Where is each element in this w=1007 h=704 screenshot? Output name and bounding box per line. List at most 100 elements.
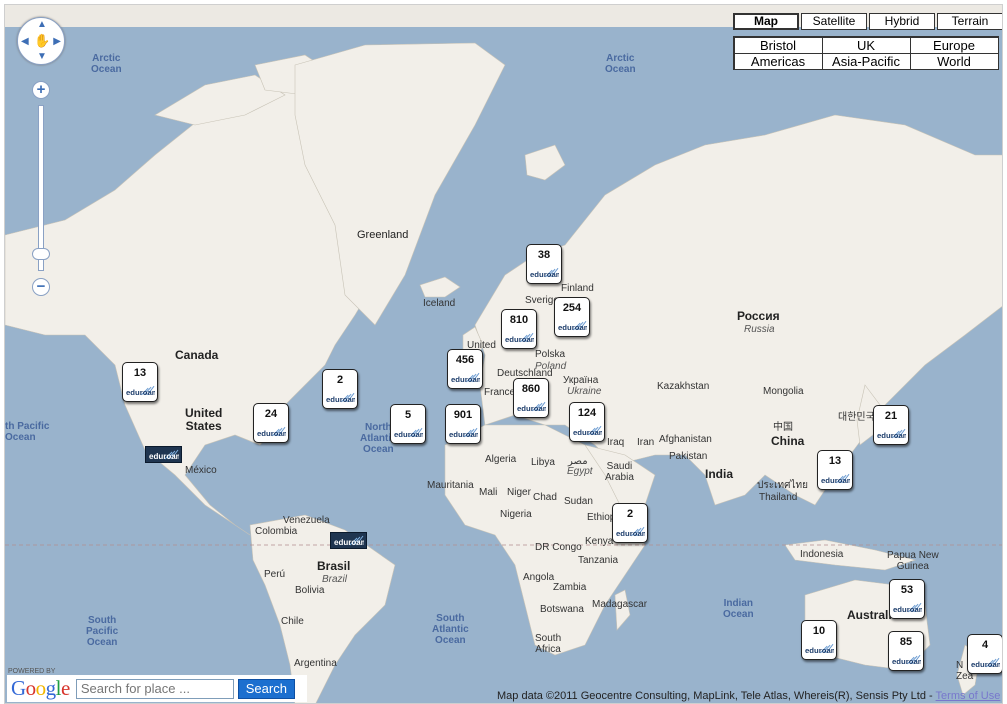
region-uk-button[interactable]: UK bbox=[821, 36, 911, 54]
svg-text:eduroam: eduroam bbox=[892, 657, 921, 666]
map-canvas[interactable]: ▲ ▼ ◀ ▶ ✋ + − Map Satellite Hybrid Terra… bbox=[4, 4, 1003, 704]
cluster-count: 24 bbox=[264, 408, 278, 420]
svg-text:eduroam: eduroam bbox=[334, 538, 364, 547]
map-label: Mongolia bbox=[763, 386, 804, 397]
cluster-count: 53 bbox=[900, 584, 914, 596]
cluster-marker[interactable]: 5 eduroam bbox=[390, 404, 426, 444]
map-type-hybrid-button[interactable]: Hybrid bbox=[869, 13, 935, 30]
region-world-button[interactable]: World bbox=[909, 52, 999, 70]
cluster-count: 2 bbox=[336, 374, 344, 386]
eduroam-logo-icon: eduroam bbox=[257, 426, 286, 438]
map-label: Perú bbox=[264, 569, 286, 580]
eduroam-logo-icon: eduroam bbox=[821, 473, 850, 485]
cluster-marker[interactable]: 38 eduroam bbox=[526, 244, 562, 284]
map-label: Brasil bbox=[317, 559, 351, 573]
cluster-marker[interactable]: 810 eduroam bbox=[501, 309, 537, 349]
eduroam-site-pin[interactable]: eduroam bbox=[330, 532, 367, 549]
cluster-marker[interactable]: 124 eduroam bbox=[569, 402, 605, 442]
cluster-marker[interactable]: 901 eduroam bbox=[445, 404, 481, 444]
map-label: Sudan bbox=[564, 496, 593, 507]
map-label: Thailand bbox=[759, 492, 798, 503]
hand-icon: ✋ bbox=[34, 33, 51, 48]
map-label: Greenland bbox=[357, 229, 409, 241]
svg-text:eduroam: eduroam bbox=[805, 646, 834, 655]
map-label: Iran bbox=[637, 437, 655, 448]
cluster-count: 901 bbox=[453, 409, 473, 421]
pan-down-icon[interactable]: ▼ bbox=[37, 52, 47, 62]
cluster-marker[interactable]: 13 eduroam bbox=[122, 362, 158, 402]
map-type-terrain-button[interactable]: Terrain bbox=[937, 13, 1002, 30]
eduroam-logo-icon: eduroam bbox=[573, 425, 602, 437]
eduroam-site-pin[interactable]: eduroam bbox=[145, 446, 182, 463]
map-label: Mali bbox=[479, 487, 498, 498]
eduroam-logo-icon: eduroam bbox=[805, 643, 834, 655]
zoom-out-button[interactable]: − bbox=[32, 278, 50, 296]
region-asia-pacific-button[interactable]: Asia-Pacific bbox=[821, 52, 911, 70]
pan-left-icon[interactable]: ◀ bbox=[21, 37, 29, 47]
eduroam-logo-icon: eduroam bbox=[530, 267, 559, 279]
svg-text:eduroam: eduroam bbox=[451, 375, 480, 384]
cluster-count: 810 bbox=[509, 314, 529, 326]
terms-of-use-link[interactable]: Terms of Use bbox=[936, 690, 1001, 702]
map-label: Canada bbox=[175, 348, 219, 362]
map-label: Libya bbox=[531, 457, 555, 468]
eduroam-logo-icon: eduroam bbox=[334, 535, 364, 547]
svg-text:eduroam: eduroam bbox=[126, 388, 155, 397]
map-label: Botswana bbox=[540, 604, 584, 615]
zoom-slider-thumb[interactable] bbox=[32, 248, 50, 260]
map-label: Brazil bbox=[322, 574, 348, 585]
region-americas-button[interactable]: Americas bbox=[733, 52, 823, 70]
cluster-marker[interactable]: 2 eduroam bbox=[322, 369, 358, 409]
map-type-map-button[interactable]: Map bbox=[733, 13, 799, 30]
zoom-in-button[interactable]: + bbox=[32, 81, 50, 99]
map-label: 中国 bbox=[773, 422, 793, 433]
map-label: South Pacific Ocean bbox=[86, 615, 119, 648]
cluster-marker[interactable]: 13 eduroam bbox=[817, 450, 853, 490]
powered-by-label: POWERED BY bbox=[8, 668, 56, 675]
map-label: France bbox=[484, 387, 516, 398]
map-label: Arctic Ocean bbox=[605, 53, 636, 75]
svg-text:eduroam: eduroam bbox=[893, 605, 922, 614]
cluster-marker[interactable]: 21 eduroam bbox=[873, 405, 909, 445]
search-input[interactable] bbox=[75, 678, 234, 699]
pan-control[interactable]: ▲ ▼ ◀ ▶ ✋ bbox=[17, 17, 65, 65]
map-label: Angola bbox=[523, 572, 555, 583]
map-label: Mauritania bbox=[427, 480, 474, 491]
region-bristol-button[interactable]: Bristol bbox=[733, 36, 823, 54]
cluster-marker[interactable]: 10 eduroam bbox=[801, 620, 837, 660]
eduroam-logo-icon: eduroam bbox=[892, 654, 921, 666]
zoom-slider-track[interactable] bbox=[38, 105, 44, 271]
cluster-marker[interactable]: 24 eduroam bbox=[253, 403, 289, 443]
map-label: China bbox=[771, 434, 805, 448]
map-label: Chad bbox=[533, 492, 557, 503]
map-label: Indian Ocean bbox=[723, 598, 754, 620]
map-type-satellite-button[interactable]: Satellite bbox=[801, 13, 867, 30]
cluster-count: 2 bbox=[626, 508, 634, 520]
cluster-count: 38 bbox=[537, 249, 551, 261]
svg-text:eduroam: eduroam bbox=[449, 430, 478, 439]
pan-up-icon[interactable]: ▲ bbox=[37, 20, 47, 30]
cluster-marker[interactable]: 860 eduroam bbox=[513, 378, 549, 418]
map-label: Argentina bbox=[294, 658, 337, 669]
cluster-marker[interactable]: 85 eduroam bbox=[888, 631, 924, 671]
map-label: Colombia bbox=[255, 526, 298, 537]
map-label: United States bbox=[185, 406, 223, 433]
cluster-marker[interactable]: 254 eduroam bbox=[554, 297, 590, 337]
google-logo[interactable]: Google bbox=[11, 676, 70, 701]
cluster-marker[interactable]: 456 eduroam bbox=[447, 349, 483, 389]
map-label: México bbox=[185, 465, 217, 476]
map-label: Bolivia bbox=[295, 585, 325, 596]
map-label: Indonesia bbox=[800, 549, 844, 560]
map-label: Kenya bbox=[585, 536, 614, 547]
region-europe-button[interactable]: Europe bbox=[909, 36, 999, 54]
cluster-marker[interactable]: 4 eduroam bbox=[967, 634, 1002, 674]
cluster-marker[interactable]: 53 eduroam bbox=[889, 579, 925, 619]
eduroam-logo-icon: eduroam bbox=[558, 320, 587, 332]
search-button[interactable]: Search bbox=[237, 678, 295, 699]
cluster-marker[interactable]: 2 eduroam bbox=[612, 503, 648, 543]
map-label: Papua New Guinea bbox=[887, 550, 939, 572]
map-label: India bbox=[705, 467, 734, 481]
map-label: DR Congo bbox=[535, 542, 582, 553]
pan-right-icon[interactable]: ▶ bbox=[53, 37, 61, 47]
cluster-count: 10 bbox=[812, 625, 826, 637]
